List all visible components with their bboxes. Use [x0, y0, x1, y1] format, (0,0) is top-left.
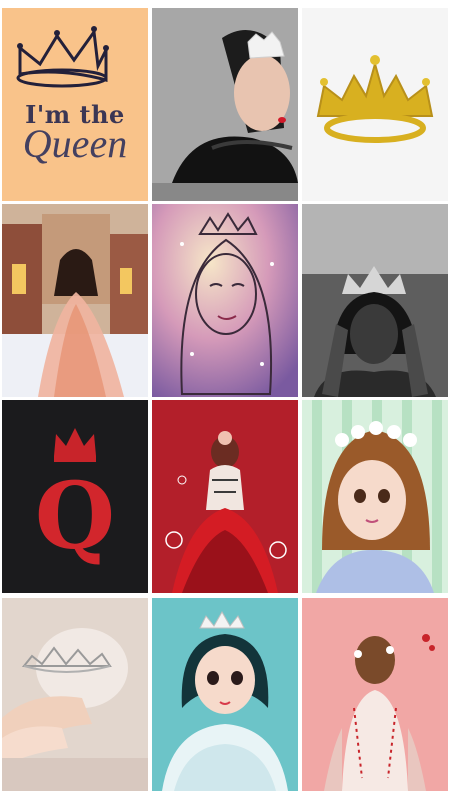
wallpaper-thumb-gold-crown[interactable]: [302, 8, 448, 201]
gold-crown-icon: [302, 8, 448, 201]
wallpaper-thumb-sparkle-sketch[interactable]: [152, 204, 298, 397]
wallpaper-grid: I'm the Queen Q: [0, 0, 450, 800]
wallpaper-thumb-red-gown[interactable]: [152, 400, 298, 593]
wallpaper-thumb-bride-castle[interactable]: [2, 204, 148, 397]
wallpaper-thumb-red-q[interactable]: Q: [2, 400, 148, 593]
wallpaper-thumb-girl-tiara[interactable]: [152, 8, 298, 201]
wallpaper-thumb-crowned-girl[interactable]: [152, 598, 298, 791]
wallpaper-thumb-flower-crown[interactable]: [302, 400, 448, 593]
wallpaper-thumb-bride-pink[interactable]: [302, 598, 448, 791]
wallpaper-thumb-bw-crown[interactable]: [302, 204, 448, 397]
wallpaper-thumb-queen-text[interactable]: I'm the Queen: [2, 8, 148, 201]
queen-text: Queen: [22, 121, 128, 166]
wallpaper-thumb-hands-tiara[interactable]: [2, 598, 148, 791]
letter-q: Q: [34, 462, 116, 570]
